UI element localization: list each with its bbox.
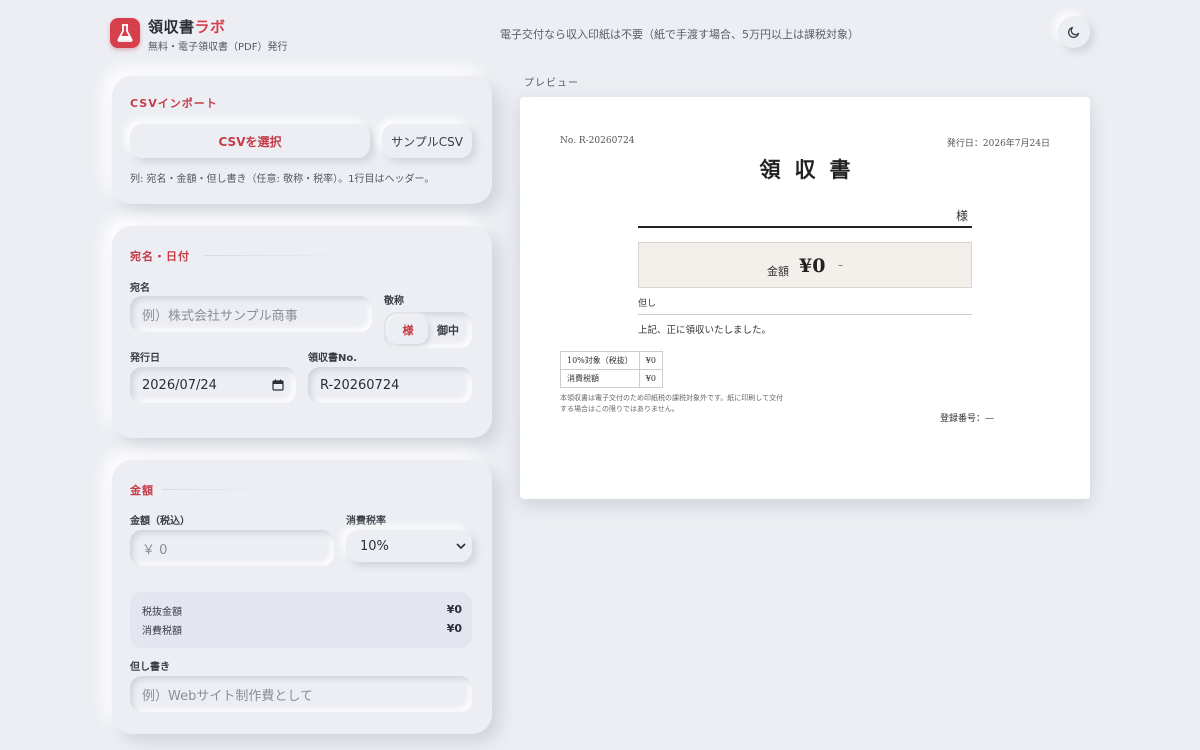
calendar-icon <box>272 379 284 391</box>
sample-csv-button[interactable]: サンプルCSV <box>382 124 472 158</box>
preview-receipt-number: No. R-20260724 <box>560 136 635 146</box>
preview-amount-suffix: – <box>838 260 843 271</box>
csv-select-button[interactable]: CSVを選択 <box>130 124 370 158</box>
flask-icon <box>117 24 133 42</box>
recipient-date-title: 宛名・日付 <box>130 250 190 263</box>
app-subtitle: 無料・電子領収書（PDF）発行 <box>148 42 288 53</box>
amount-title: 金額 <box>130 484 154 497</box>
table-cell: 10%対象（税抜） <box>560 351 640 370</box>
receipt-number-value: R-20260724 <box>320 377 400 393</box>
preview-amount-box: 金額 ¥0 – <box>638 242 972 288</box>
issue-date-value: 2026/07/24 <box>142 377 217 393</box>
csv-import-card: CSVインポート CSVを選択 サンプルCSV 列: 宛名・金額・但し書き（任意… <box>112 76 492 204</box>
preview-label: プレビュー <box>524 78 579 89</box>
table-row: 10%対象（税抜） ¥0 <box>560 351 663 370</box>
amount-label: 金額（税込） <box>130 516 190 527</box>
preview-document-title: 領収書 <box>759 157 865 182</box>
title-divider <box>162 489 272 490</box>
stamp-duty-notice: 電子交付なら収入印紙は不要（紙で手渡す場合、5万円以上は課税対象） <box>500 28 859 41</box>
tax-excluded-value: ¥0 <box>446 603 462 616</box>
preview-honorific: 様 <box>956 209 969 223</box>
amount-placeholder: ￥ 0 <box>142 542 168 558</box>
receipt-preview: No. R-20260724 発行日：2026年7月24日 領収書 様 金額 ¥… <box>520 97 1090 499</box>
preview-memo-underline <box>638 314 972 315</box>
chevron-down-icon <box>456 543 466 550</box>
consumption-tax-value: ¥0 <box>446 622 462 635</box>
recipient-name-input[interactable]: 例）株式会社サンプル商事 <box>130 296 372 332</box>
table-cell: ¥0 <box>638 369 663 388</box>
honorific-label: 敬称 <box>384 296 404 307</box>
receipt-number-label: 領収書No. <box>308 353 358 364</box>
consumption-tax-row: 消費税額 ¥0 <box>142 622 462 637</box>
moon-icon <box>1067 26 1080 39</box>
amount-input[interactable]: ￥ 0 <box>130 530 334 566</box>
preview-stamp-note: 本領収書は電子交付のため印紙税の課税対象外です。紙に印刷して交付する場合はこの限… <box>560 394 784 413</box>
memo-placeholder: 例）Webサイト制作費として <box>142 688 313 704</box>
title-divider <box>204 255 354 256</box>
csv-import-title: CSVインポート <box>130 97 218 110</box>
preview-issue-date: 発行日：2026年7月24日 <box>946 139 1050 149</box>
theme-toggle-button[interactable] <box>1058 16 1090 48</box>
tax-rate-value: 10% <box>360 538 389 554</box>
memo-label: 但し書き <box>130 662 170 673</box>
recipient-name-placeholder: 例）株式会社サンプル商事 <box>142 308 298 324</box>
app-title: 領収書ラボ <box>148 18 226 36</box>
csv-format-hint: 列: 宛名・金額・但し書き（任意: 敬称・税率）。1行目はヘッダー。 <box>130 174 435 185</box>
preview-memo: 但し <box>638 299 657 309</box>
preview-registration-number: 登録番号：— <box>940 414 995 424</box>
tax-summary-box: 税抜金額 ¥0 消費税額 ¥0 <box>130 592 472 648</box>
app-header: 領収書ラボ 無料・電子領収書（PDF）発行 電子交付なら収入印紙は不要（紙で手渡… <box>110 14 1090 54</box>
table-cell: 消費税額 <box>560 369 640 388</box>
tax-rate-label: 消費税率 <box>346 516 386 527</box>
app-logo <box>110 18 140 48</box>
consumption-tax-label: 消費税額 <box>142 626 182 637</box>
name-label: 宛名 <box>130 283 150 294</box>
honorific-option-onchu[interactable]: 御中 <box>428 316 468 344</box>
amount-card: 金額 金額（税込） ￥ 0 消費税率 10% 税抜金額 ¥0 消費税額 ¥0 但… <box>112 460 492 734</box>
memo-input[interactable]: 例）Webサイト制作費として <box>130 676 472 712</box>
table-cell: ¥0 <box>638 351 663 370</box>
issue-date-input[interactable]: 2026/07/24 <box>130 367 296 403</box>
tax-excluded-row: 税抜金額 ¥0 <box>142 603 462 618</box>
date-label: 発行日 <box>130 353 160 364</box>
table-row: 消費税額 ¥0 <box>560 369 663 388</box>
honorific-option-sama[interactable]: 様 <box>388 316 428 344</box>
preview-amount-label: 金額 <box>767 265 789 278</box>
preview-amount-value: ¥0 <box>799 255 826 277</box>
tax-excluded-label: 税抜金額 <box>142 607 182 618</box>
preview-received-text: 上記、正に領収いたしました。 <box>638 325 772 336</box>
honorific-toggle: 様 御中 <box>384 312 472 348</box>
preview-tax-table: 10%対象（税抜） ¥0 消費税額 ¥0 <box>560 351 663 388</box>
preview-name-underline <box>638 226 972 228</box>
tax-rate-select[interactable]: 10% <box>346 530 472 562</box>
receipt-number-input[interactable]: R-20260724 <box>308 367 472 403</box>
recipient-date-card: 宛名・日付 宛名 例）株式会社サンプル商事 敬称 様 御中 発行日 2026/0… <box>112 226 492 438</box>
